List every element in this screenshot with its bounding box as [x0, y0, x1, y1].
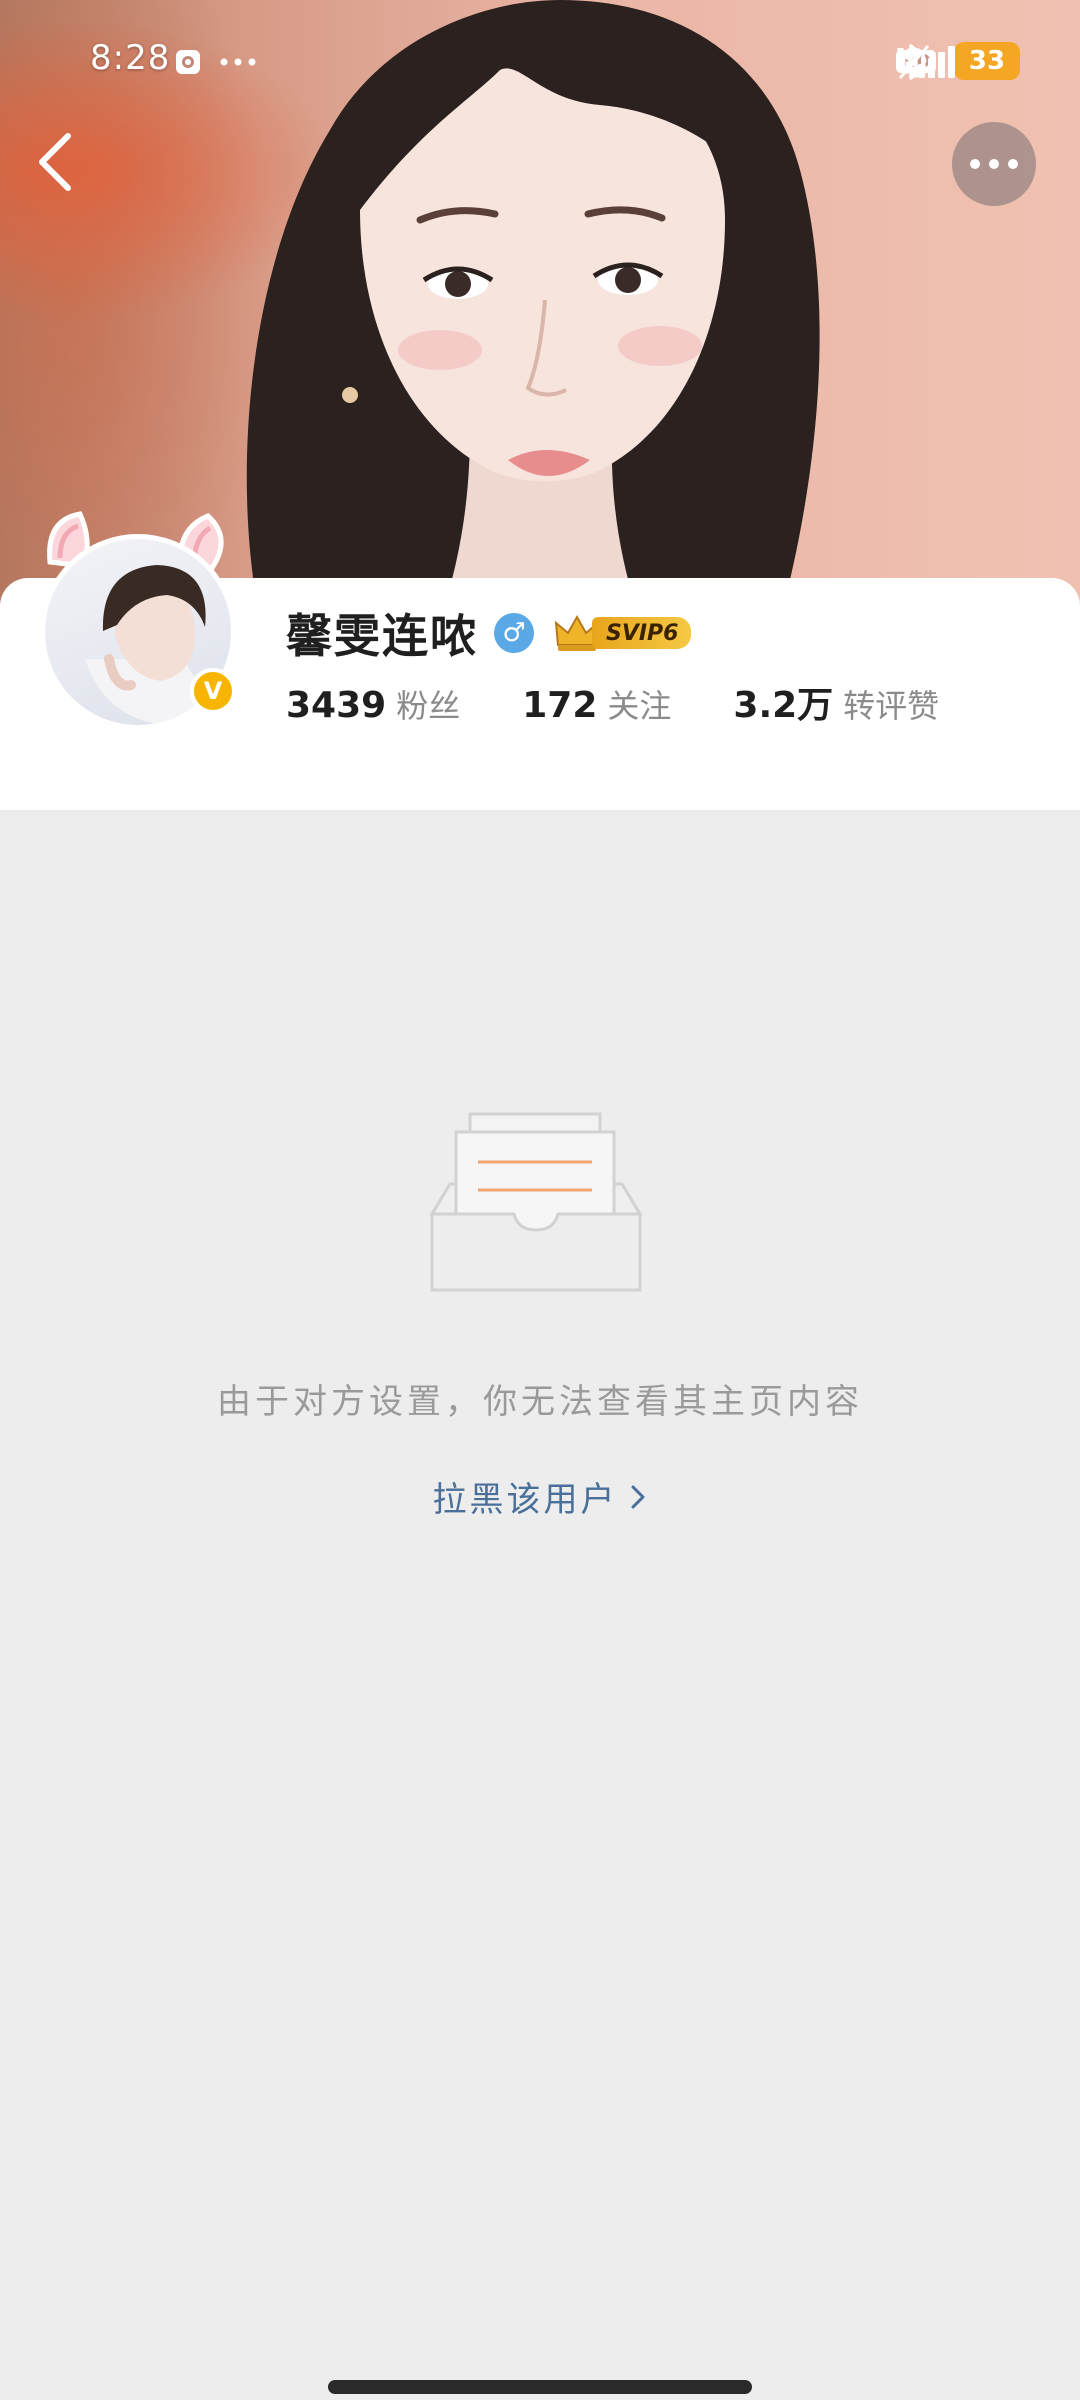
empty-state-message: 由于对方设置，你无法查看其主页内容: [217, 1382, 863, 1422]
block-user-link[interactable]: 拉黑该用户: [0, 1472, 1080, 1521]
status-time: 8:28: [90, 38, 171, 78]
profile-screen: 8:28 HD: [0, 0, 1080, 2400]
more-dots-icon: [970, 159, 980, 169]
status-bar: 8:28 HD: [0, 30, 1080, 94]
home-indicator[interactable]: [328, 2380, 752, 2394]
signal-5g-icon: 5G: [896, 46, 955, 78]
chevron-left-icon: [39, 133, 71, 191]
avatar-container[interactable]: V: [40, 510, 250, 740]
stat-value: 3439: [286, 685, 387, 726]
stat-value: 3.2万: [733, 685, 834, 726]
stat-label: 转评赞: [843, 687, 940, 725]
back-button[interactable]: [32, 130, 76, 194]
stat-followers[interactable]: 3439 粉丝: [286, 681, 460, 727]
svip-badge[interactable]: SVIP6: [554, 613, 691, 653]
stat-likes[interactable]: 3.2万 转评赞: [733, 676, 939, 728]
male-gender-icon: ♂: [494, 613, 534, 653]
username: 馨雯连哝: [286, 609, 478, 663]
camera-icon: [176, 50, 256, 74]
status-right-icons: HD 5G 33: [895, 42, 1020, 80]
block-user-label: 拉黑该用户: [432, 1480, 618, 1520]
more-options-button[interactable]: [952, 122, 1036, 206]
chevron-right-icon: [631, 1485, 644, 1508]
more-dots-icon: [989, 159, 999, 169]
stat-label: 粉丝: [396, 687, 461, 725]
stat-following[interactable]: 172 关注: [522, 681, 671, 727]
stats-row: 3439 粉丝 172 关注 3.2万 转评赞: [286, 676, 1001, 728]
stat-label: 关注: [607, 687, 672, 725]
verified-badge: V: [190, 668, 236, 714]
name-row: 馨雯连哝 ♂ SVIP6: [286, 600, 691, 666]
stat-value: 172: [522, 685, 598, 726]
svg-text:5G: 5G: [896, 47, 916, 62]
battery-indicator: 33: [954, 42, 1020, 80]
svip-label: SVIP6: [592, 617, 691, 649]
more-dots-icon: [1008, 159, 1018, 169]
empty-inbox-icon: [429, 1112, 643, 1292]
